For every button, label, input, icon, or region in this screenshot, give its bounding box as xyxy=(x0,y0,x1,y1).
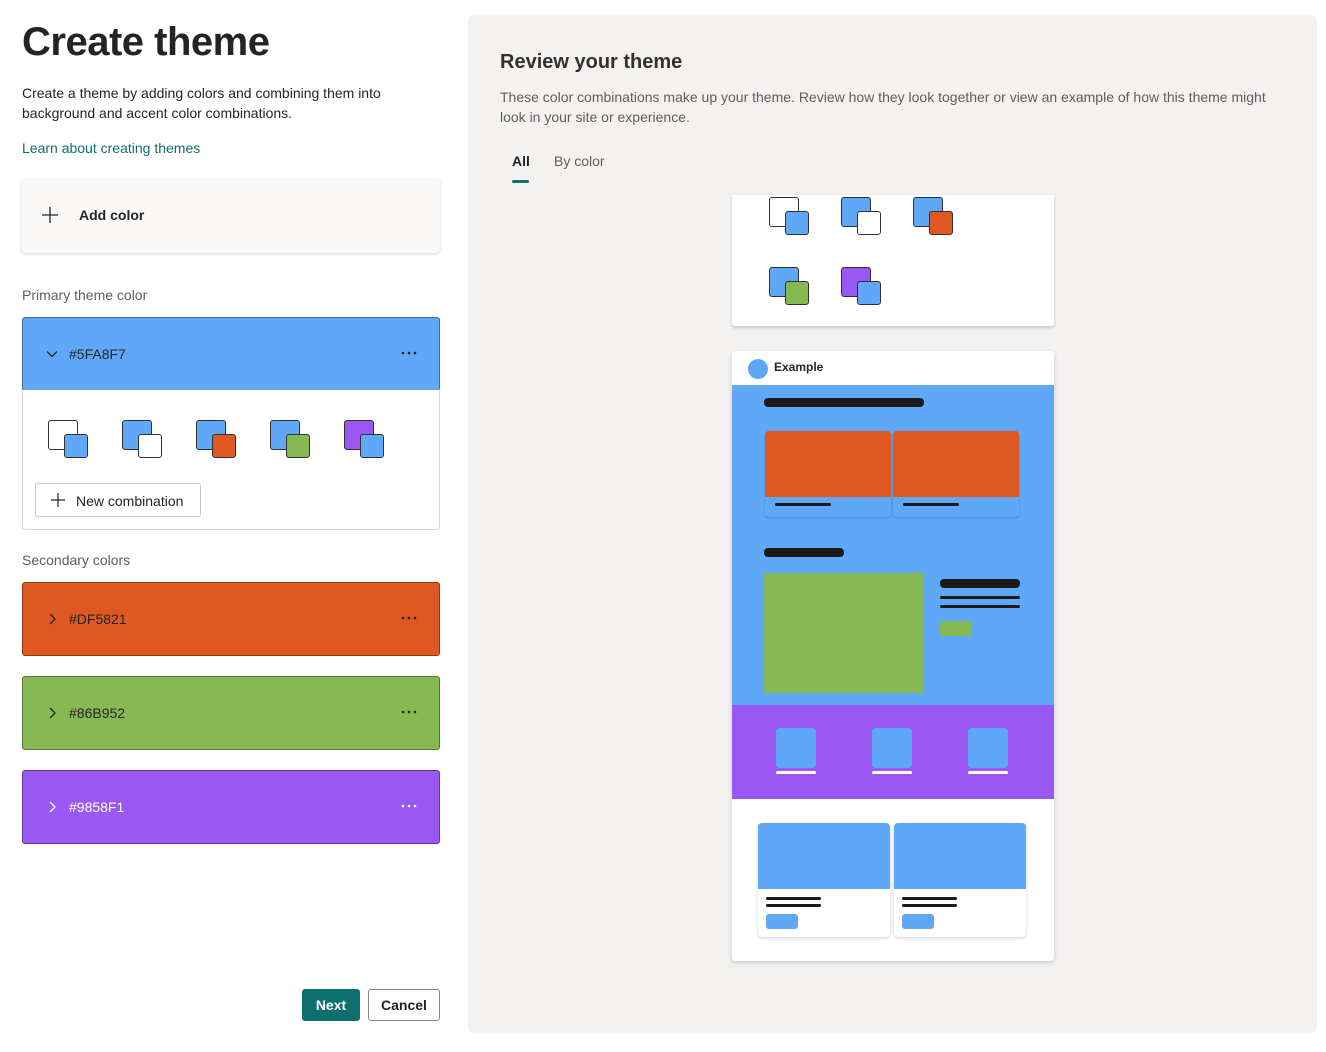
combinations-preview-card xyxy=(732,195,1054,326)
swatch-foreground xyxy=(212,434,236,458)
color-combination-swatch[interactable] xyxy=(196,420,238,460)
primary-theme-color-label: Primary theme color xyxy=(22,287,148,303)
combinations-panel: New combination xyxy=(22,390,440,530)
tab-by-color[interactable]: By color xyxy=(554,153,605,169)
selected-tab-indicator xyxy=(512,180,529,183)
placeholder-news-card xyxy=(758,823,890,937)
cancel-button[interactable]: Cancel xyxy=(368,989,440,1021)
new-combination-button[interactable]: New combination xyxy=(35,483,201,517)
swatch-foreground xyxy=(360,434,384,458)
example-preview-card: Example xyxy=(732,351,1054,961)
page-description: Create a theme by adding colors and comb… xyxy=(22,85,381,121)
placeholder-icon-tile xyxy=(872,728,912,768)
color-combination-swatch xyxy=(769,267,811,307)
swatch-foreground xyxy=(138,434,162,458)
swatch-foreground xyxy=(785,281,809,305)
placeholder-card-body xyxy=(765,497,891,517)
placeholder-icon-tile xyxy=(776,728,816,768)
review-description: These color combinations make up your th… xyxy=(500,89,1266,125)
color-combination-swatch[interactable] xyxy=(48,420,90,460)
swatch-foreground xyxy=(64,434,88,458)
placeholder-text-line xyxy=(776,771,816,774)
color-combination-swatch[interactable] xyxy=(270,420,312,460)
swatch-foreground xyxy=(857,281,881,305)
chevron-down-icon[interactable] xyxy=(45,347,59,361)
more-options-icon[interactable] xyxy=(399,343,419,363)
more-options-icon[interactable] xyxy=(399,702,419,722)
swatch-foreground xyxy=(785,211,809,235)
page-title: Create theme xyxy=(22,20,270,64)
chevron-right-icon[interactable] xyxy=(45,706,59,720)
color-combination-swatch xyxy=(841,197,883,237)
placeholder-text-line xyxy=(968,771,1008,774)
example-header: Example xyxy=(732,351,1054,385)
swatch-foreground xyxy=(929,211,953,235)
placeholder-button xyxy=(940,621,972,636)
placeholder-card-image xyxy=(758,823,890,889)
placeholder-heading-bar xyxy=(940,579,1020,588)
more-options-icon[interactable] xyxy=(399,608,419,628)
placeholder-card-image xyxy=(894,823,1026,889)
secondary-color-bar[interactable]: #9858F1 xyxy=(22,770,440,844)
color-combination-swatch[interactable] xyxy=(122,420,164,460)
placeholder-text-line xyxy=(902,904,957,907)
site-logo-circle xyxy=(748,359,768,379)
placeholder-card-image xyxy=(893,431,1019,497)
secondary-color-hex: #DF5821 xyxy=(69,611,127,627)
example-quick-links-section xyxy=(732,705,1054,799)
color-combination-swatch xyxy=(913,197,955,237)
add-color-button[interactable]: Add color xyxy=(22,179,440,253)
placeholder-text-line xyxy=(903,503,959,506)
secondary-color-bar[interactable]: #86B952 xyxy=(22,676,440,750)
placeholder-heading-bar xyxy=(764,548,844,557)
next-button[interactable]: Next xyxy=(302,989,360,1021)
swatch-foreground xyxy=(286,434,310,458)
placeholder-text-line xyxy=(872,771,912,774)
review-theme-panel: Review your theme These color combinatio… xyxy=(468,15,1317,1033)
placeholder-button xyxy=(902,914,934,929)
secondary-color-bar[interactable]: #DF5821 xyxy=(22,582,440,656)
placeholder-text-line xyxy=(775,503,831,506)
secondary-colors-label: Secondary colors xyxy=(22,552,131,568)
new-combination-label: New combination xyxy=(76,493,184,509)
secondary-color-hex: #86B952 xyxy=(69,705,126,721)
primary-color-hex: #5FA8F7 xyxy=(69,346,126,362)
learn-about-themes-link[interactable]: Learn about creating themes xyxy=(22,140,200,156)
placeholder-text-line xyxy=(940,596,1020,599)
placeholder-image-block xyxy=(764,573,924,693)
color-combination-swatch xyxy=(769,197,811,237)
chevron-right-icon[interactable] xyxy=(45,800,59,814)
primary-color-bar[interactable]: #5FA8F7 xyxy=(22,317,440,391)
placeholder-icon-tile xyxy=(968,728,1008,768)
plus-icon xyxy=(42,207,58,223)
placeholder-text-line xyxy=(766,897,821,900)
example-hero-section xyxy=(732,385,1054,705)
placeholder-news-card xyxy=(894,823,1026,937)
create-theme-panel: Create theme Create a theme by adding co… xyxy=(22,0,440,1052)
plus-icon xyxy=(51,493,65,507)
placeholder-button xyxy=(766,914,798,929)
placeholder-card xyxy=(893,431,1019,517)
more-options-icon[interactable] xyxy=(399,796,419,816)
color-combination-swatch xyxy=(841,267,883,307)
color-combination-swatch[interactable] xyxy=(344,420,386,460)
swatch-foreground xyxy=(857,211,881,235)
placeholder-card-body xyxy=(893,497,1019,517)
review-title: Review your theme xyxy=(500,51,683,73)
chevron-right-icon[interactable] xyxy=(45,612,59,626)
example-title: Example xyxy=(774,360,824,374)
tab-all[interactable]: All xyxy=(512,153,530,169)
placeholder-text-line xyxy=(766,904,821,907)
placeholder-heading-bar xyxy=(764,398,924,407)
add-color-label: Add color xyxy=(79,207,145,223)
secondary-color-hex: #9858F1 xyxy=(69,799,125,815)
placeholder-text-line xyxy=(940,605,1020,608)
placeholder-card-image xyxy=(765,431,891,497)
placeholder-card xyxy=(765,431,891,517)
placeholder-text-line xyxy=(902,897,957,900)
